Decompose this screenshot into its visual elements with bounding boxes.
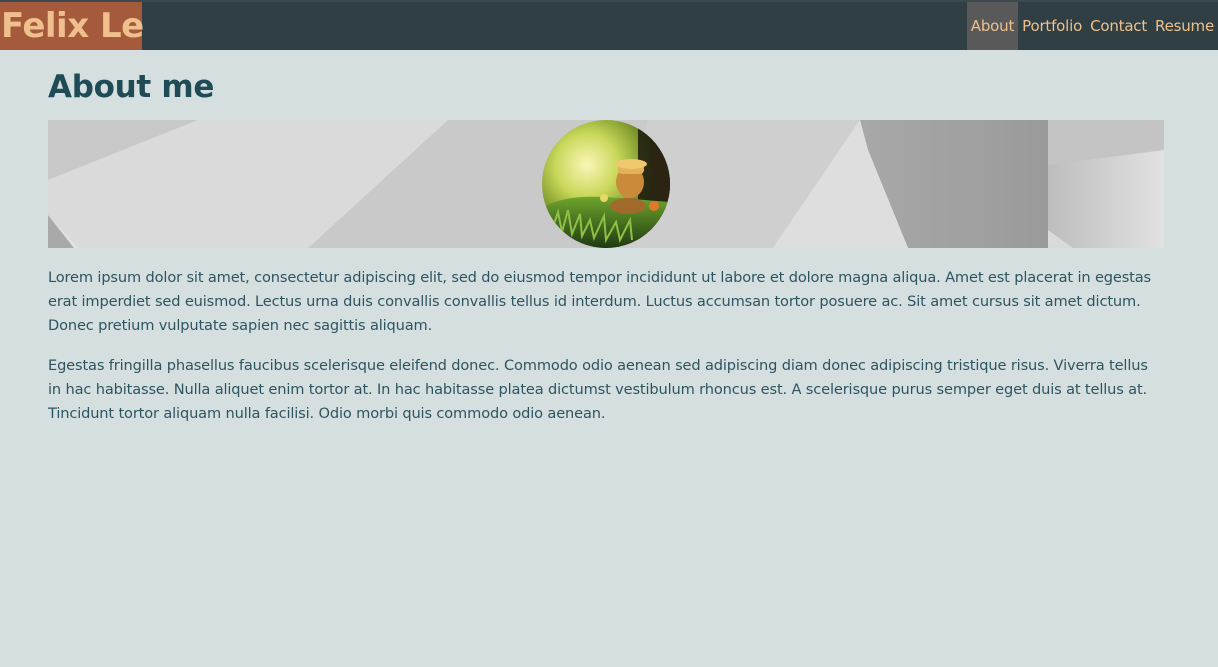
profile-avatar xyxy=(542,120,670,248)
top-navbar: Felix Le About Portfolio Contact Resume xyxy=(0,0,1218,50)
avatar-illustration xyxy=(542,120,670,248)
site-brand[interactable]: Felix Le xyxy=(0,2,144,50)
nav-link-about[interactable]: About xyxy=(966,2,1019,50)
page-title: About me xyxy=(48,69,215,105)
main-content: About me Lorem ipsum dolor sit amet, con… xyxy=(48,50,1164,426)
profile-banner xyxy=(48,120,1164,248)
nav-link-resume[interactable]: Resume xyxy=(1151,2,1218,50)
nav-link-portfolio[interactable]: Portfolio xyxy=(1018,2,1086,50)
nav-link-contact[interactable]: Contact xyxy=(1086,2,1151,50)
nav-links: About Portfolio Contact Resume xyxy=(966,2,1218,50)
about-paragraph-2: Egestas fringilla phasellus faucibus sce… xyxy=(48,357,1148,422)
about-paragraph-1: Lorem ipsum dolor sit amet, consectetur … xyxy=(48,269,1151,334)
